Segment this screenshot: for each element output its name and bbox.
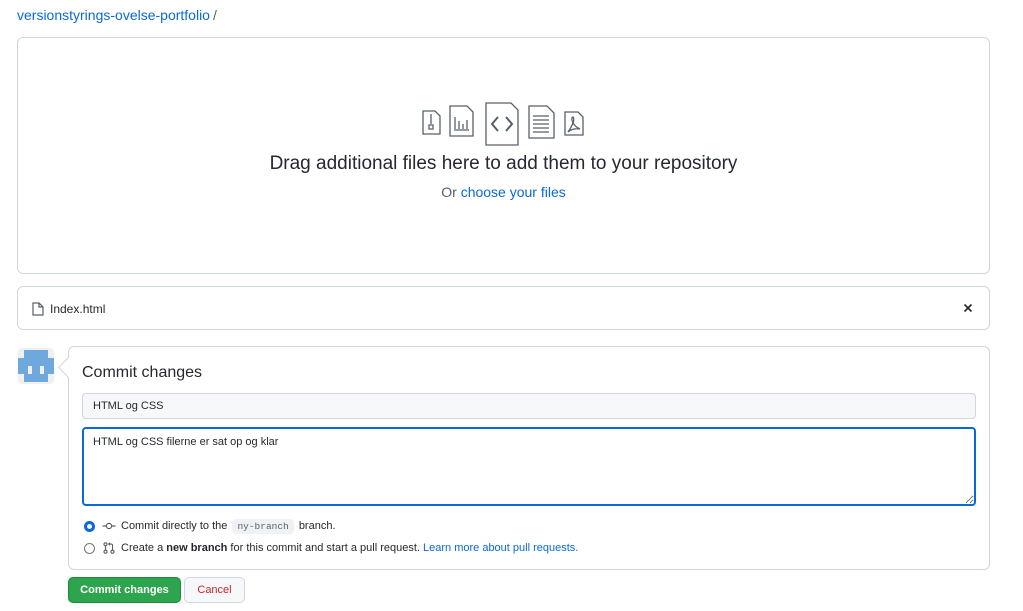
git-commit-icon xyxy=(102,522,116,530)
file-icon xyxy=(32,302,44,316)
close-icon[interactable] xyxy=(960,300,976,316)
breadcrumb: versionstyrings-ovelse-portfolio / xyxy=(17,7,217,23)
commit-direct-label: Commit directly to the ny-branch branch. xyxy=(121,518,336,535)
learn-more-link[interactable]: Learn more about pull requests. xyxy=(423,542,578,554)
commit-direct-prefix: Commit directly to the xyxy=(121,520,228,532)
choose-files-link[interactable]: choose your files xyxy=(461,184,566,200)
git-pull-request-icon xyxy=(103,542,115,554)
commit-summary-input[interactable] xyxy=(82,393,976,419)
new-branch-label: Create a new branch for this commit and … xyxy=(121,540,578,556)
new-branch-middle: for this commit and start a pull request… xyxy=(227,542,424,554)
commit-direct-suffix: branch. xyxy=(298,520,336,532)
cancel-button[interactable]: Cancel xyxy=(184,577,245,603)
commit-form-title: Commit changes xyxy=(82,364,203,381)
uploaded-file-row: Index.html xyxy=(17,286,990,330)
dropzone-title: Drag additional files here to add them t… xyxy=(269,153,738,174)
commit-direct-radio[interactable] xyxy=(84,521,95,532)
file-types-illustration xyxy=(422,102,584,146)
code-file-icon xyxy=(485,102,519,146)
new-branch-prefix: Create a xyxy=(121,542,167,554)
file-name: Index.html xyxy=(50,302,106,316)
identicon xyxy=(18,348,54,384)
repo-link[interactable]: versionstyrings-ovelse-portfolio xyxy=(17,7,210,23)
chart-file-icon xyxy=(449,105,474,137)
commit-changes-button[interactable]: Commit changes xyxy=(68,577,181,603)
new-branch-bold: new branch xyxy=(166,542,228,554)
breadcrumb-separator: / xyxy=(212,7,217,23)
avatar xyxy=(18,348,54,384)
commit-form: Commit changes HTML og CSS filerne er sa… xyxy=(68,346,990,570)
commit-description-input[interactable]: HTML og CSS filerne er sat op og klar xyxy=(82,427,976,506)
zip-file-icon xyxy=(422,110,441,135)
new-branch-radio[interactable] xyxy=(84,543,95,554)
dropzone-subtitle: Or choose your files xyxy=(18,183,989,201)
text-file-icon xyxy=(528,105,555,139)
file-dropzone[interactable]: Drag additional files here to add them t… xyxy=(17,37,990,274)
branch-name: ny-branch xyxy=(232,519,294,534)
pdf-file-icon xyxy=(564,111,584,136)
dropzone-sub-prefix: Or xyxy=(441,184,461,200)
